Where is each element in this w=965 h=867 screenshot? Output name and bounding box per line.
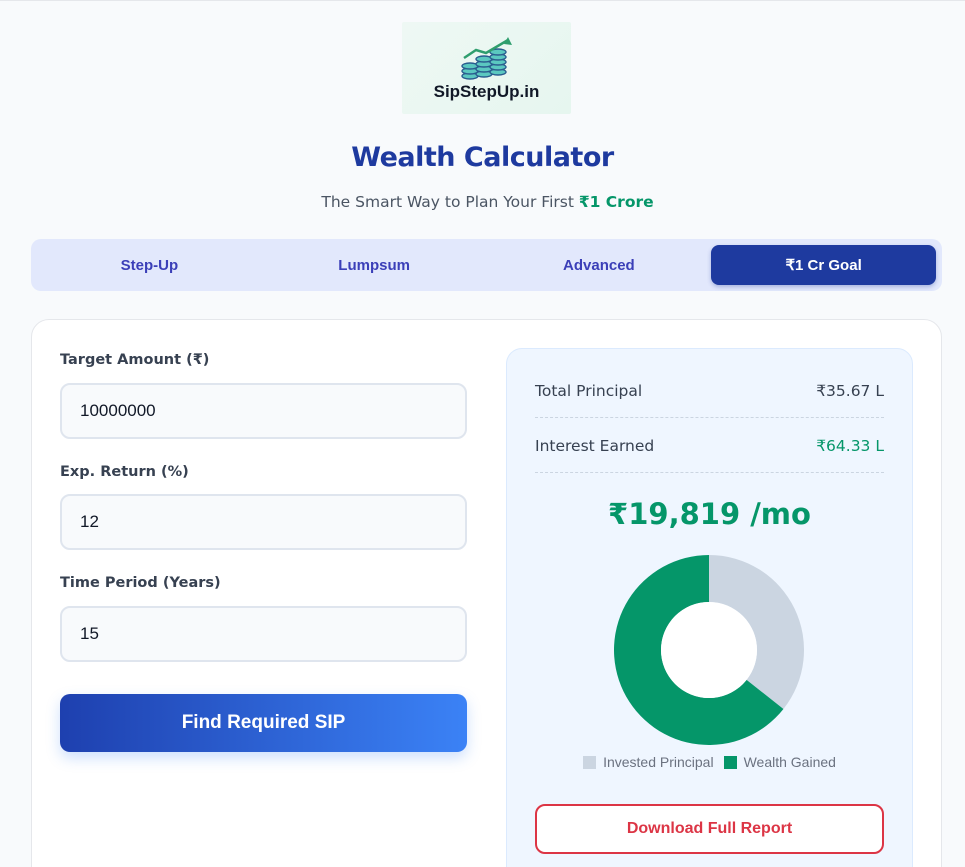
download-full-report-button[interactable]: Download Full Report	[535, 804, 884, 854]
chart-legend: Invested Principal Wealth Gained	[506, 754, 913, 770]
expected-return-label: Exp. Return (%)	[60, 464, 189, 480]
tab-advanced[interactable]: Advanced	[487, 245, 712, 285]
time-period-label: Time Period (Years)	[60, 575, 221, 591]
target-amount-label: Target Amount (₹)	[60, 352, 210, 368]
page-title: Wealth Calculator	[351, 142, 614, 173]
total-principal-row: Total Principal ₹35.67 L	[535, 364, 884, 418]
required-sip-amount: ₹19,819 /mo	[608, 497, 811, 531]
interest-earned-label: Interest Earned	[535, 436, 655, 455]
total-principal-value: ₹35.67 L	[816, 381, 884, 400]
brand-logo-text: SipStepUp.in	[433, 82, 540, 101]
tab-step-up[interactable]: Step-Up	[37, 245, 262, 285]
legend-label-wealth-gained: Wealth Gained	[743, 754, 836, 770]
expected-return-input[interactable]	[60, 494, 467, 550]
legend-swatch-invested-principal	[583, 755, 597, 769]
legend-swatch-wealth-gained	[723, 755, 737, 769]
interest-earned-row: Interest Earned ₹64.33 L	[535, 419, 884, 473]
principal-vs-wealth-donut-chart	[614, 555, 804, 745]
legend-item-wealth-gained: Wealth Gained	[723, 754, 836, 770]
total-principal-label: Total Principal	[535, 381, 643, 400]
time-period-input[interactable]	[60, 606, 467, 662]
tab-1cr-goal[interactable]: ₹1 Cr Goal	[711, 245, 936, 285]
subtitle-text: The Smart Way to Plan Your First	[321, 193, 579, 211]
donut-hole	[661, 602, 757, 698]
calculator-tabs: Step-Up Lumpsum Advanced ₹1 Cr Goal	[31, 239, 942, 291]
legend-label-invested-principal: Invested Principal	[603, 754, 714, 770]
growth-chart-icon	[461, 37, 512, 80]
tab-lumpsum[interactable]: Lumpsum	[262, 245, 487, 285]
find-required-sip-button[interactable]: Find Required SIP	[60, 694, 467, 752]
interest-earned-value: ₹64.33 L	[816, 436, 884, 455]
subtitle-highlight: ₹1 Crore	[578, 193, 654, 211]
page-subtitle: The Smart Way to Plan Your First ₹1 Cror…	[0, 193, 965, 211]
legend-item-invested-principal: Invested Principal	[583, 754, 714, 770]
brand-logo: SipStepUp.in	[402, 22, 571, 114]
target-amount-input[interactable]	[60, 383, 467, 439]
